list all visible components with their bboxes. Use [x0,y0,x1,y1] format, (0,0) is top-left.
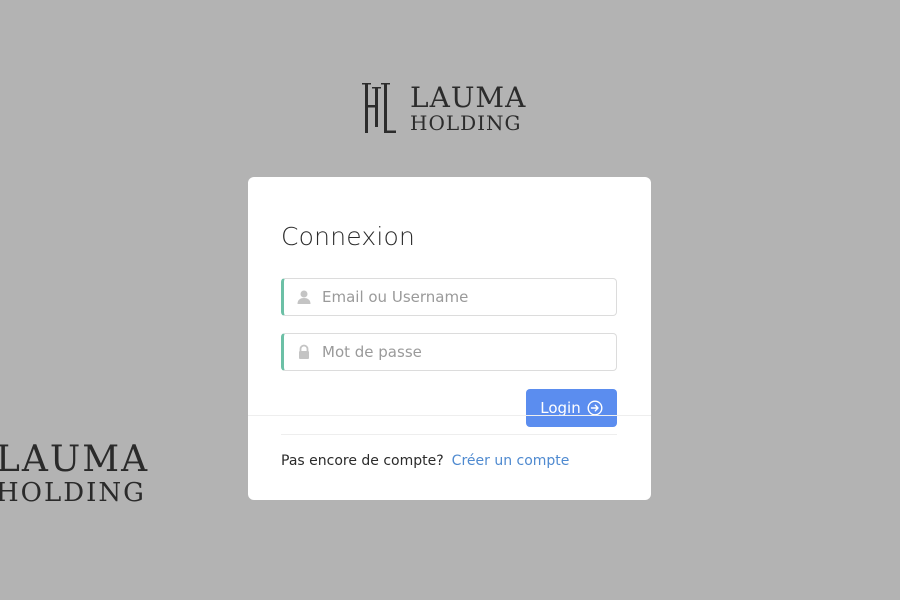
login-button[interactable]: Login [526,389,617,427]
signup-prompt-text: Pas encore de compte? [281,453,444,469]
watermark-line1: LAUMA [0,439,150,480]
login-title: Connexion [281,222,416,251]
signup-prompt-row: Pas encore de compte? Créer un compte [281,453,569,469]
email-field[interactable] [281,278,617,316]
lock-icon [299,344,309,359]
password-field[interactable] [281,333,617,371]
create-account-link[interactable]: Créer un compte [452,453,570,469]
footer-divider [281,434,617,435]
hl-monogram-icon [362,83,396,133]
arrow-right-circle-icon [587,400,603,416]
watermark-logo: LAUMA HOLDING [0,439,150,508]
password-input[interactable] [322,343,602,361]
email-input[interactable] [322,288,602,306]
brand-wordmark: LAUMA HOLDING [410,80,527,135]
user-icon [297,290,311,304]
card-divider [248,415,651,416]
brand-name-line2: HOLDING [410,110,522,135]
brand-name-line1: LAUMA [410,80,527,114]
brand-logo: LAUMA HOLDING [362,80,542,136]
watermark-line2: HOLDING [0,478,146,508]
login-page: LAUMA HOLDING Connexion Login Pas encore… [0,0,900,600]
